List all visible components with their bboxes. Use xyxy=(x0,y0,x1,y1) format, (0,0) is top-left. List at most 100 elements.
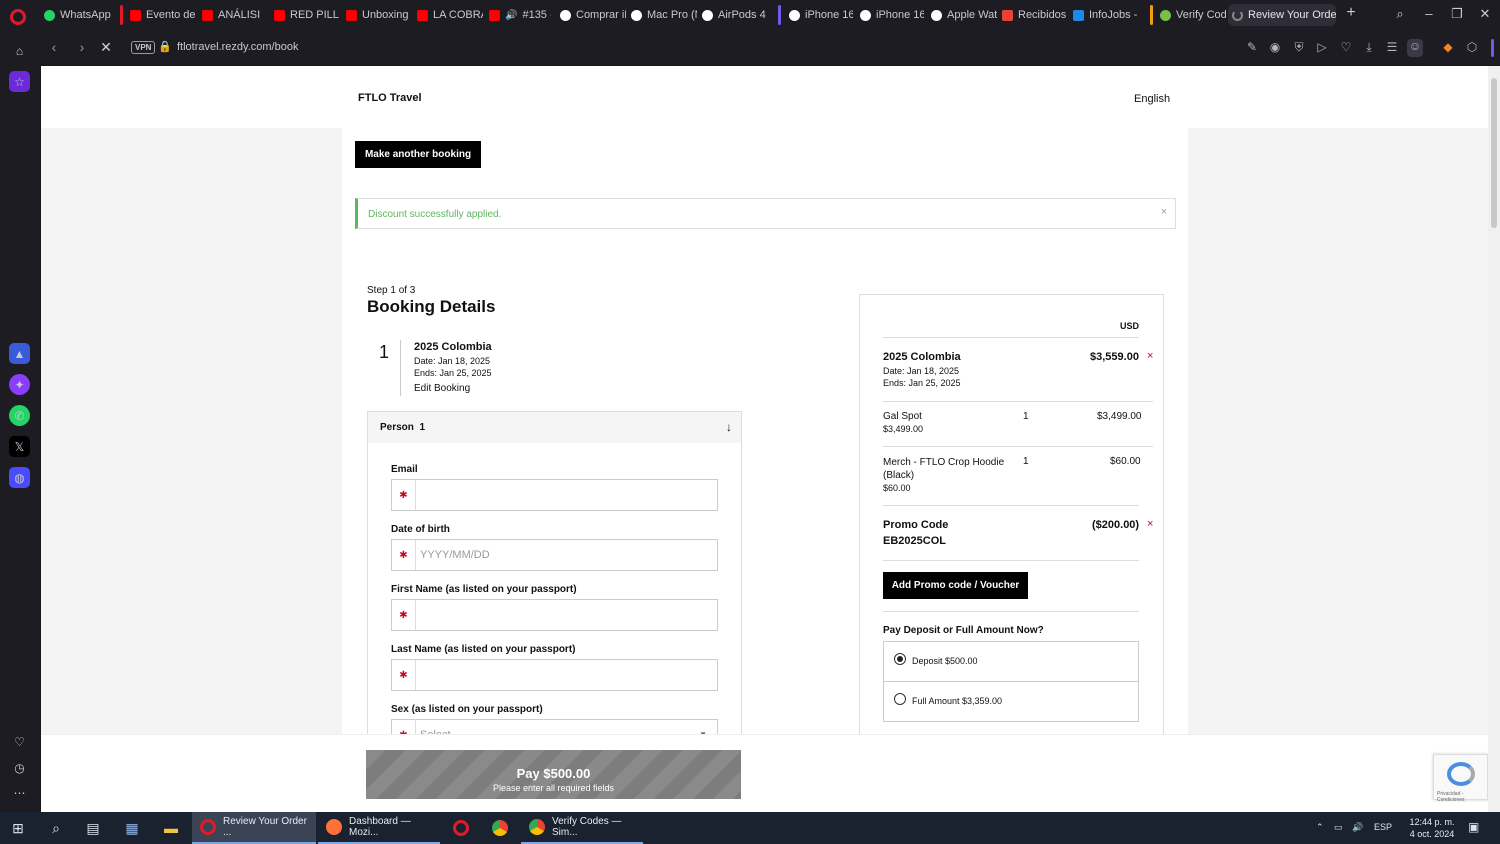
recaptcha-links[interactable]: Privacidad - Condiciones xyxy=(1437,791,1487,803)
notifications-icon[interactable]: ▣ xyxy=(1468,820,1479,834)
minimize-icon[interactable]: – xyxy=(1420,6,1438,21)
forward-arrow-icon[interactable]: › xyxy=(74,39,90,55)
last-name-field[interactable]: ✱ xyxy=(391,659,718,691)
more-dots-icon[interactable]: ⋯ xyxy=(9,782,30,803)
history-clock-icon[interactable]: ◷ xyxy=(9,757,30,778)
new-tab-plus-icon[interactable]: + xyxy=(1342,4,1360,22)
input-language[interactable]: ESP xyxy=(1374,822,1392,832)
line-item-qty: 1 xyxy=(1023,456,1029,467)
scrollbar-thumb[interactable] xyxy=(1491,78,1497,228)
youtube-icon xyxy=(130,9,141,21)
page-scrollbar[interactable] xyxy=(1488,66,1500,812)
edit-icon[interactable]: ✎ xyxy=(1244,40,1260,54)
tab-apple-4[interactable]: iPhone 16 F xyxy=(785,4,853,26)
recaptcha-badge[interactable]: Privacidad - Condiciones xyxy=(1433,754,1488,803)
tab-label: InfoJobs - xyxy=(1089,9,1138,21)
email-field[interactable]: ✱ xyxy=(391,479,718,511)
calculator-icon[interactable]: ▦ xyxy=(121,817,143,839)
chrome-icon[interactable] xyxy=(489,817,511,839)
summary-item-name: 2025 Colombia xyxy=(883,351,961,363)
make-another-booking-button[interactable]: Make another booking xyxy=(355,141,481,168)
email-input[interactable] xyxy=(420,486,710,504)
camera-icon[interactable]: ◉ xyxy=(1267,40,1283,54)
tab-youtube-3[interactable]: RED PILL PO xyxy=(270,4,340,26)
x-twitter-icon[interactable]: 𝕏 xyxy=(9,436,30,457)
collapse-arrow-icon[interactable]: ↓ xyxy=(726,420,732,434)
line-item-total: $60.00 xyxy=(1110,456,1141,467)
person-header[interactable]: Person 1 ↓ xyxy=(368,412,741,443)
first-name-field[interactable]: ✱ xyxy=(391,599,718,631)
messenger-icon[interactable]: ✦ xyxy=(9,374,30,395)
line-item-unit: $60.00 xyxy=(883,483,911,493)
home-icon[interactable]: ⌂ xyxy=(9,40,30,61)
tab-whatsapp[interactable]: WhatsApp xyxy=(40,4,112,26)
pay-button[interactable]: Pay $500.00 Please enter all required fi… xyxy=(366,750,741,799)
tab-apple-2[interactable]: Mac Pro (M xyxy=(627,4,697,26)
last-name-input[interactable] xyxy=(420,666,710,684)
discord-icon[interactable]: ◍ xyxy=(9,467,30,488)
opera-logo-icon[interactable] xyxy=(10,9,26,25)
dob-input[interactable] xyxy=(420,546,710,564)
tab-infojobs[interactable]: InfoJobs - xyxy=(1069,4,1139,26)
system-clock[interactable]: 12:44 p. m. 4 oct. 2024 xyxy=(1400,816,1464,840)
whatsapp-sidebar-icon[interactable]: ✆ xyxy=(9,405,30,426)
profile-icon[interactable]: ☺ xyxy=(1407,39,1423,57)
edit-booking-link[interactable]: Edit Booking xyxy=(414,383,470,394)
search-tabs-icon[interactable]: ⌕ xyxy=(1391,6,1409,22)
tab-youtube-2[interactable]: ANÁLISI xyxy=(198,4,268,26)
radio-unselected[interactable] xyxy=(894,693,906,705)
stop-loading-icon[interactable]: ✕ xyxy=(98,39,114,56)
tab-review-order[interactable]: Review Your Order xyxy=(1228,4,1336,26)
brand-name[interactable]: FTLO Travel xyxy=(358,92,422,104)
tab-youtube-1[interactable]: Evento de A xyxy=(126,4,196,26)
url-field[interactable]: ftlotravel.rezdy.com/book xyxy=(177,41,298,53)
tab-gmail[interactable]: Recibidos - xyxy=(998,4,1068,26)
shield-icon[interactable]: ⛨ xyxy=(1291,40,1307,55)
tab-apple-3[interactable]: AirPods 4 c xyxy=(698,4,768,26)
tab-verify-code[interactable]: Verify Code xyxy=(1156,4,1226,26)
download-icon[interactable]: ⤓ xyxy=(1361,40,1377,55)
opera-gx-icon[interactable] xyxy=(450,817,472,839)
tab-apple-5[interactable]: iPhone 16 y xyxy=(856,4,924,26)
tab-apple-6[interactable]: Apple Watc xyxy=(927,4,997,26)
metamask-icon[interactable]: ◆ xyxy=(1440,40,1456,54)
tray-chevron-icon[interactable]: ⌃ xyxy=(1316,822,1324,833)
language-selector[interactable]: English xyxy=(1134,93,1170,105)
network-icon[interactable]: ▭ xyxy=(1334,822,1343,833)
extensions-cube-icon[interactable]: ⬡ xyxy=(1464,40,1480,54)
play-icon[interactable]: ▷ xyxy=(1314,40,1330,54)
dob-field[interactable]: ✱ xyxy=(391,539,718,571)
taskbar-app-opera[interactable]: Review Your Order ... xyxy=(192,812,316,844)
remove-promo-icon[interactable]: × xyxy=(1147,518,1153,530)
remove-item-icon[interactable]: × xyxy=(1147,350,1153,362)
radio-selected[interactable] xyxy=(894,653,906,665)
vpn-badge[interactable]: VPN xyxy=(131,41,156,54)
restore-icon[interactable]: ❐ xyxy=(1448,6,1466,22)
menu-icon[interactable]: ☰ xyxy=(1384,40,1400,54)
volume-icon[interactable]: 🔊 xyxy=(1352,822,1363,833)
close-icon[interactable]: × xyxy=(1161,206,1167,218)
speed-dial-star-icon[interactable]: ☆ xyxy=(9,71,30,92)
file-explorer-icon[interactable]: ▬ xyxy=(160,817,182,839)
tab-youtube-4[interactable]: Unboxing xyxy=(342,4,412,26)
tab-label: LA COBRA xyxy=(433,9,483,21)
speaker-icon[interactable]: 🔊 xyxy=(505,10,517,21)
favorites-heart-icon[interactable]: ♡ xyxy=(9,731,30,752)
back-arrow-icon[interactable]: ‹ xyxy=(46,39,62,55)
tab-youtube-5[interactable]: LA COBRA xyxy=(413,4,483,26)
task-view-icon[interactable]: ▤ xyxy=(82,817,104,839)
lock-icon[interactable]: 🔒 xyxy=(158,40,172,53)
tab-apple-1[interactable]: Comprar iP xyxy=(556,4,626,26)
first-name-input[interactable] xyxy=(420,606,710,624)
taskbar-app-chrome[interactable]: Verify Codes — Sim... xyxy=(521,812,643,844)
add-promo-button[interactable]: Add Promo code / Voucher xyxy=(883,572,1028,599)
search-icon[interactable]: ⌕ xyxy=(45,817,67,839)
tab-youtube-audio[interactable]: 🔊 #135 - xyxy=(485,4,551,26)
aria-icon[interactable]: ▲ xyxy=(9,343,30,364)
deposit-option[interactable]: Deposit $500.00 xyxy=(883,641,1139,682)
taskbar-app-firefox[interactable]: Dashboard — Mozi... xyxy=(318,812,440,844)
heart-icon[interactable]: ♡ xyxy=(1338,40,1354,54)
windows-start-icon[interactable]: ⊞ xyxy=(7,817,29,839)
close-window-icon[interactable]: ✕ xyxy=(1476,6,1494,22)
full-amount-option[interactable]: Full Amount $3,359.00 xyxy=(883,681,1139,722)
